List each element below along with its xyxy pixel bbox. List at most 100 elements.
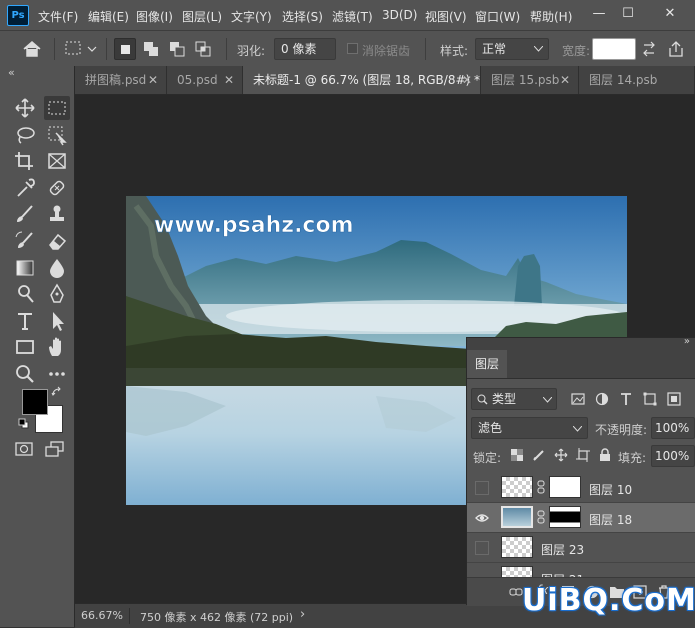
layer-filter-select[interactable]: 类型 bbox=[471, 388, 557, 410]
screen-mode-icon[interactable] bbox=[44, 440, 66, 458]
tab-layers[interactable]: 图层 bbox=[467, 350, 507, 378]
lock-position-icon[interactable] bbox=[554, 448, 568, 462]
menu-type[interactable]: 文字(Y) bbox=[231, 8, 272, 25]
tab-untitled-1[interactable]: 未标题-1 @ 66.7% (图层 18, RGB/8#) * ✕ bbox=[243, 66, 481, 94]
rectangle-tool-icon[interactable] bbox=[12, 335, 38, 359]
document-tabs: 拼图稿.psd ✕ 05.psd ✕ 未标题-1 @ 66.7% (图层 18, R… bbox=[75, 66, 695, 95]
menu-select[interactable]: 选择(S) bbox=[282, 8, 323, 25]
menu-window[interactable]: 窗口(W) bbox=[475, 8, 520, 25]
link-layers-icon[interactable] bbox=[509, 585, 523, 599]
home-icon[interactable] bbox=[22, 40, 42, 58]
dodge-tool-icon[interactable] bbox=[12, 282, 38, 306]
filter-shape-icon[interactable] bbox=[643, 392, 657, 406]
collapse-panel-icon[interactable]: » bbox=[684, 336, 690, 347]
more-tools-icon[interactable] bbox=[44, 362, 70, 386]
style-select[interactable]: 正常 bbox=[475, 38, 549, 60]
path-selection-tool-icon[interactable] bbox=[44, 309, 70, 333]
history-brush-tool-icon[interactable] bbox=[12, 229, 38, 253]
menu-image[interactable]: 图像(I) bbox=[136, 8, 173, 25]
feather-input[interactable]: 0 像素 bbox=[274, 38, 336, 60]
pen-tool-icon[interactable] bbox=[44, 282, 70, 306]
width-input[interactable] bbox=[592, 38, 636, 60]
tab-close-icon[interactable]: ✕ bbox=[560, 66, 570, 94]
object-selection-tool-icon[interactable] bbox=[44, 123, 70, 147]
menu-edit[interactable]: 编辑(E) bbox=[88, 8, 129, 25]
hand-tool-icon[interactable] bbox=[44, 335, 70, 359]
style-label: 样式: bbox=[440, 44, 469, 58]
blur-tool-icon[interactable] bbox=[44, 256, 70, 280]
status-arrow-icon[interactable]: › bbox=[300, 607, 305, 622]
lock-all-icon[interactable] bbox=[598, 448, 612, 462]
zoom-level[interactable]: 66.67% bbox=[81, 609, 123, 622]
intersect-selection-icon[interactable] bbox=[194, 40, 214, 58]
share-icon[interactable] bbox=[666, 40, 688, 58]
menu-layer[interactable]: 图层(L) bbox=[182, 8, 222, 25]
tab-pintugao[interactable]: 拼图稿.psd ✕ bbox=[75, 66, 167, 94]
frame-tool-icon[interactable] bbox=[44, 149, 70, 173]
width-label: 宽度: bbox=[562, 44, 591, 58]
default-colors-icon[interactable] bbox=[18, 418, 30, 430]
filter-pixel-icon[interactable] bbox=[571, 392, 585, 406]
tab-close-icon[interactable]: ✕ bbox=[224, 66, 234, 94]
link-icon[interactable] bbox=[537, 510, 545, 524]
eyedropper-tool-icon[interactable] bbox=[12, 176, 38, 200]
feather-label: 羽化: bbox=[237, 44, 266, 58]
gradient-tool-icon[interactable] bbox=[12, 256, 38, 280]
menu-filter[interactable]: 滤镜(T) bbox=[332, 8, 373, 25]
menu-3d[interactable]: 3D(D) bbox=[382, 8, 417, 22]
fill-input[interactable]: 100% bbox=[651, 445, 695, 467]
lock-transparent-icon[interactable] bbox=[510, 448, 524, 462]
quick-mask-icon[interactable] bbox=[14, 440, 36, 458]
foreground-color-swatch[interactable] bbox=[22, 389, 48, 415]
subtract-selection-icon[interactable] bbox=[168, 40, 188, 58]
brush-tool-icon[interactable] bbox=[12, 202, 38, 226]
antialias-checkbox[interactable] bbox=[347, 43, 358, 54]
lock-pixels-icon[interactable] bbox=[532, 448, 546, 462]
chevron-down-icon bbox=[534, 46, 543, 52]
collapse-toolbar-icon[interactable]: « bbox=[8, 66, 15, 79]
crop-tool-icon[interactable] bbox=[12, 149, 38, 173]
layer-thumbnail bbox=[501, 506, 533, 528]
marquee-preset-icon[interactable] bbox=[64, 40, 98, 58]
menu-file[interactable]: 文件(F) bbox=[38, 8, 78, 25]
menu-help[interactable]: 帮助(H) bbox=[530, 8, 572, 25]
opacity-input[interactable]: 100% bbox=[651, 417, 695, 439]
antialias-label: 消除锯齿 bbox=[362, 44, 411, 58]
menu-view[interactable]: 视图(V) bbox=[425, 8, 467, 25]
tab-close-icon[interactable]: ✕ bbox=[462, 66, 472, 94]
layer-row-10[interactable]: 图层 10 bbox=[467, 473, 695, 503]
link-icon[interactable] bbox=[537, 480, 545, 494]
filter-smart-object-icon[interactable] bbox=[667, 392, 681, 406]
tab-layer-15[interactable]: 图层 15.psb ✕ bbox=[481, 66, 579, 94]
maximize-button[interactable]: ☐ bbox=[616, 4, 640, 24]
minimize-button[interactable]: — bbox=[587, 4, 611, 24]
layer-visibility-toggle[interactable] bbox=[475, 541, 489, 555]
healing-brush-tool-icon[interactable] bbox=[44, 176, 70, 200]
eraser-tool-icon[interactable] bbox=[44, 229, 70, 253]
type-tool-icon[interactable] bbox=[12, 309, 38, 333]
layer-row-18[interactable]: 图层 18 bbox=[467, 503, 695, 533]
eye-icon[interactable] bbox=[475, 511, 489, 525]
new-selection-button[interactable] bbox=[114, 38, 136, 60]
tab-05[interactable]: 05.psd ✕ bbox=[167, 66, 243, 94]
zoom-tool-icon[interactable] bbox=[12, 362, 38, 386]
tab-layer-14[interactable]: 图层 14.psb bbox=[579, 66, 695, 94]
filter-type-icon[interactable] bbox=[619, 392, 633, 406]
layer-thumbnail bbox=[501, 536, 533, 558]
chevron-down-icon bbox=[543, 397, 552, 403]
layer-visibility-toggle[interactable] bbox=[475, 481, 489, 495]
add-selection-icon[interactable] bbox=[142, 40, 162, 58]
lasso-tool-icon[interactable] bbox=[12, 123, 38, 147]
rect-marquee-tool-icon[interactable] bbox=[44, 96, 70, 120]
filter-adjustment-icon[interactable] bbox=[595, 392, 609, 406]
swap-colors-icon[interactable] bbox=[51, 386, 63, 398]
clone-stamp-tool-icon[interactable] bbox=[44, 202, 70, 226]
blend-mode-select[interactable]: 滤色 bbox=[471, 417, 588, 439]
layer-row-23[interactable]: 图层 23 bbox=[467, 533, 695, 563]
move-tool-icon[interactable] bbox=[12, 96, 38, 120]
swap-icon[interactable] bbox=[641, 40, 657, 58]
tool-panel: « bbox=[0, 66, 75, 627]
close-button[interactable]: ✕ bbox=[658, 4, 682, 24]
lock-artboard-icon[interactable] bbox=[576, 448, 590, 462]
tab-close-icon[interactable]: ✕ bbox=[148, 66, 158, 94]
